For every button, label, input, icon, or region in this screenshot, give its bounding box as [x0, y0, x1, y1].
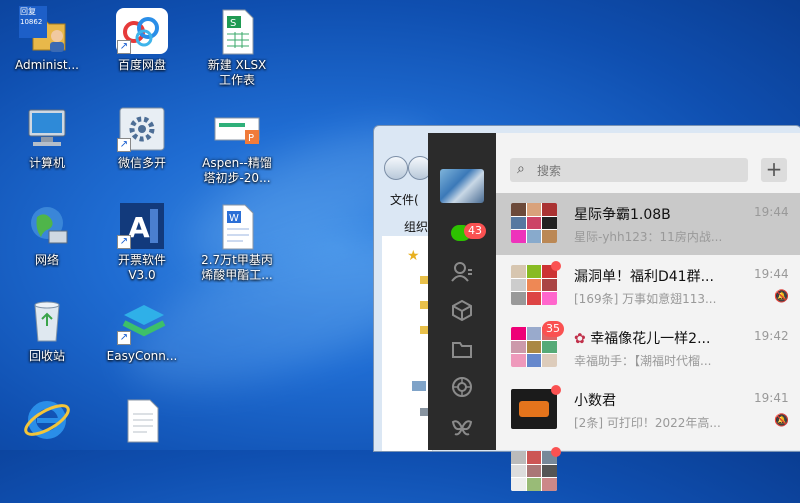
wechat-window[interactable]: 43 ⌕ 搜索 + 星际争霸1.08B 星际-yhh123：11房内战... 1… [428, 133, 800, 491]
invoice-software-icon: A ↗ [114, 201, 170, 251]
desktop-icon-recycle-bin[interactable]: 回收站 [2, 297, 92, 364]
icon-label: 微信多开 [117, 156, 166, 170]
desktop-icon-word-doc[interactable]: W 2.7万t甲基丙 烯酸甲酯工... [192, 201, 282, 283]
shortcut-arrow-icon: ↗ [117, 331, 131, 345]
unread-badge: 35 [542, 321, 564, 337]
icon-label: 计算机 [28, 156, 65, 170]
desktop-icon-wechat-multi[interactable]: ↗ 微信多开 [97, 104, 187, 171]
organize-button[interactable]: 组织 [404, 218, 428, 235]
desktop-icon-text-file[interactable] [97, 394, 187, 446]
back-button[interactable] [384, 156, 408, 180]
chat-time: 19:42 [754, 329, 789, 343]
desktop-icon-easyconnect[interactable]: ↗ EasyConn... [97, 297, 187, 364]
desktop-icon-internet-explorer[interactable] [2, 394, 92, 446]
shortcut-arrow-icon: ↗ [117, 235, 131, 249]
shortcut-arrow-icon: ↗ [117, 40, 131, 54]
xlsx-file-icon: S [209, 6, 265, 56]
easyconnect-icon: ↗ [114, 297, 170, 347]
text-file-icon [114, 394, 170, 444]
chat-name: 星际争霸1.08B [574, 207, 671, 223]
word-file-icon: W [209, 201, 265, 251]
moments-aperture-icon[interactable] [448, 376, 476, 402]
chat-name: ✿ 幸福像花儿一样2... [574, 331, 711, 347]
icon-label: 网络 [34, 253, 59, 267]
internet-explorer-icon [19, 394, 75, 444]
svg-text:P: P [248, 133, 254, 144]
desktop-icon-aspen[interactable]: P Aspen--精馏 塔初步-20... [192, 104, 282, 186]
icon-label-line2: 塔初步-20... [203, 171, 271, 185]
svg-text:S: S [230, 18, 236, 29]
navigation-pane: ★ [382, 236, 433, 451]
icon-label: Aspen--精馏 [202, 156, 272, 170]
search-icon: ⌕ [517, 161, 525, 177]
chat-item[interactable]: 星际争霸1.08B 星际-yhh123：11房内战... 19:44 [496, 193, 800, 255]
chat-preview: 星际-yhh123：11房内战... [574, 230, 723, 244]
chat-preview: 幸福助手：【潮福时代榴... [574, 354, 712, 368]
icon-label: 2.7万t甲基丙 [201, 253, 273, 267]
unread-badge: 43 [464, 223, 486, 239]
collections-cube-icon[interactable] [448, 299, 476, 325]
desktop-icon-baidu-netdisk[interactable]: ↗ 百度网盘 [97, 6, 187, 73]
chat-preview: [169条] 万事如意翅113... [574, 292, 717, 306]
star-icon: ★ [407, 248, 420, 264]
icon-label-line2: 工作表 [218, 73, 255, 87]
chat-item[interactable]: 35 ✿ 幸福像花儿一样2... 幸福助手：【潮福时代榴... 19:42 [496, 317, 800, 379]
group-avatar [511, 203, 557, 243]
official-account-avatar [511, 389, 557, 429]
recycle-bin-icon [19, 297, 75, 347]
unread-dot [551, 261, 561, 271]
icon-label: 回收站 [28, 349, 65, 363]
baidu-netdisk-icon: ↗ [114, 6, 170, 56]
desktop-icon-computer[interactable]: 计算机 [2, 104, 92, 171]
svg-text:W: W [229, 213, 239, 224]
folder-icon[interactable] [448, 338, 476, 364]
network-globe-icon [19, 201, 75, 251]
chat-name: 漏洞单！福利D41群... [574, 269, 714, 285]
user-folder-icon: 回复 10862 [19, 6, 75, 56]
desktop-icon-network[interactable]: 网络 [2, 201, 92, 268]
flower-icon: ✿ [574, 331, 591, 347]
chat-list: 星际争霸1.08B 星际-yhh123：11房内战... 19:44 漏洞单！福… [496, 193, 800, 491]
search-input[interactable]: ⌕ 搜索 [510, 158, 748, 182]
group-avatar [511, 265, 557, 305]
drive-icon [412, 381, 426, 391]
chat-item[interactable]: 小数君 [2条] 可打印！2022年高... 19:41 🔕 [496, 379, 800, 441]
login-overlay: 回复 10862 [19, 6, 47, 38]
chat-time: 19:41 [754, 391, 789, 405]
avatar-logo-icon [519, 401, 549, 417]
wechat-sidebar: 43 [428, 133, 496, 450]
menu-file[interactable]: 文件( [390, 191, 419, 208]
channels-butterfly-icon[interactable] [448, 417, 476, 443]
gear-app-icon: ↗ [114, 104, 170, 154]
icon-label-line2: 烯酸甲酯工... [201, 268, 273, 282]
icon-label: Administ... [15, 58, 79, 72]
icon-label: 新建 XLSX [207, 58, 267, 72]
aspen-file-icon: P [209, 104, 265, 154]
chat-item[interactable] [496, 441, 800, 503]
mute-bell-icon: 🔕 [774, 413, 789, 427]
icon-label: 开票软件 [117, 253, 166, 267]
chat-name: 小数君 [574, 393, 616, 409]
search-placeholder: 搜索 [537, 164, 562, 178]
mute-bell-icon: 🔕 [774, 289, 789, 303]
icon-label-line2: V3.0 [128, 268, 156, 282]
desktop-icon-new-xlsx[interactable]: S 新建 XLSX 工作表 [192, 6, 282, 88]
svg-text:A: A [128, 211, 150, 244]
chat-item[interactable]: 漏洞单！福利D41群... [169条] 万事如意翅113... 19:44 🔕 [496, 255, 800, 317]
computer-icon [19, 104, 75, 154]
chat-preview: [2条] 可打印！2022年高... [574, 416, 721, 430]
desktop-icon-administrator[interactable]: 回复 10862 Administ... [2, 6, 92, 73]
desktop-icon-invoice-software[interactable]: A ↗ 开票软件 V3.0 [97, 201, 187, 283]
icon-label: EasyConn... [106, 349, 178, 363]
chat-time: 19:44 [754, 205, 789, 219]
chat-time: 19:44 [754, 267, 789, 281]
add-button[interactable]: + [761, 158, 787, 182]
shortcut-arrow-icon: ↗ [117, 138, 131, 152]
group-avatar [511, 451, 557, 491]
user-avatar[interactable] [440, 169, 484, 203]
unread-dot [551, 447, 561, 457]
contacts-icon[interactable] [448, 261, 476, 287]
unread-dot [551, 385, 561, 395]
icon-label: 百度网盘 [117, 58, 166, 72]
